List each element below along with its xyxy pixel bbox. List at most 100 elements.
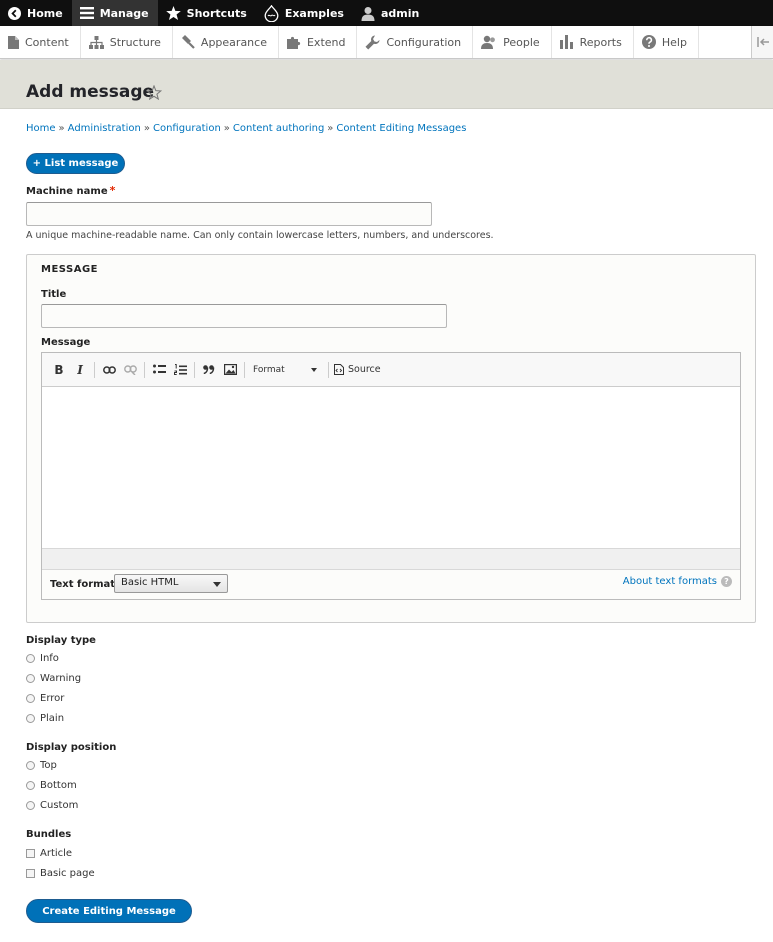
unlink-button[interactable] (121, 360, 139, 380)
checkbox-label: Article (40, 848, 73, 859)
toolbar-separator (94, 361, 95, 378)
puzzle-icon (286, 36, 301, 49)
breadcrumb: Home» Administration» Configuration» Conten… (26, 123, 466, 134)
radio-option[interactable]: Bottom (26, 780, 77, 791)
tray-item-structure[interactable]: Structure (81, 26, 173, 58)
breadcrumb-separator: » (327, 123, 334, 134)
radio-label: Plain (40, 713, 65, 724)
radio-option[interactable]: Plain (26, 713, 64, 724)
checkbox-label: Basic page (40, 868, 95, 879)
format-dropdown[interactable]: Format (250, 365, 320, 375)
editor-toolbar: B I Format Source (42, 353, 740, 387)
radio-option[interactable]: Info (26, 653, 59, 664)
link-button[interactable] (100, 360, 118, 380)
page-title: Add message (26, 82, 155, 102)
list-message-button[interactable]: + List message (26, 153, 125, 174)
breadcrumb-separator: » (223, 123, 230, 134)
radio-option[interactable]: Top (26, 760, 57, 771)
tray-item-appearance[interactable]: Appearance (173, 26, 279, 58)
toolbar-separator (144, 361, 145, 378)
radio-button[interactable] (26, 694, 35, 703)
tray-item-label: Configuration (386, 35, 462, 49)
tray-item-reports[interactable]: Reports (552, 26, 634, 58)
numbered-list-button[interactable] (171, 360, 189, 380)
source-button[interactable]: Source (334, 364, 381, 375)
machine-name-input[interactable] (26, 202, 432, 226)
breadcrumb-link[interactable]: Home (26, 123, 56, 134)
toolbar-separator (244, 361, 245, 378)
checkbox-option[interactable]: Article (26, 848, 72, 859)
radio-button[interactable] (26, 801, 35, 810)
text-format-select[interactable]: Basic HTML (114, 574, 228, 593)
text-format-label: Text format (50, 579, 116, 590)
breadcrumb-link[interactable]: Content authoring (233, 123, 324, 134)
title-input[interactable] (41, 304, 447, 328)
paintbrush-icon (181, 35, 195, 49)
toolbar-shortcuts[interactable]: Shortcuts (158, 0, 256, 26)
tray-item-content[interactable]: Content (0, 26, 81, 58)
tray-item-label: Structure (109, 35, 161, 49)
italic-button[interactable]: I (71, 360, 89, 380)
back-arrow-icon (8, 6, 21, 20)
star-filled-icon (165, 6, 181, 20)
breadcrumb-link[interactable]: Configuration (153, 123, 221, 134)
toolbar-user[interactable]: admin (353, 0, 428, 26)
tray-item-help[interactable]: Help (634, 26, 699, 58)
tray-item-extend[interactable]: Extend (279, 26, 358, 58)
machine-name-label-text: Machine name (26, 186, 108, 197)
tray-item-label: Appearance (200, 35, 267, 49)
checkbox[interactable] (26, 849, 35, 858)
source-icon (334, 364, 344, 375)
toolbar-manage[interactable]: Manage (71, 0, 158, 26)
radio-label: Info (40, 653, 59, 664)
caret-down-icon (311, 367, 317, 372)
toolbar-examples[interactable]: Examples (256, 0, 353, 26)
blockquote-button[interactable] (200, 360, 218, 380)
tray-item-people[interactable]: People (473, 26, 552, 58)
shortcut-star-icon[interactable] (146, 85, 162, 100)
breadcrumb-link[interactable]: Content Editing Messages (336, 123, 466, 134)
toolbar-home[interactable]: Home (0, 0, 72, 26)
tray-orientation-toggle[interactable] (751, 26, 773, 58)
radio-button[interactable] (26, 674, 35, 683)
bulleted-list-icon (152, 364, 166, 374)
about-text-formats-link[interactable]: About text formats ? (623, 576, 732, 587)
tray-item-label: Help (661, 35, 687, 49)
radio-option[interactable]: Warning (26, 673, 81, 684)
machine-name-description: A unique machine-readable name. Can only… (26, 230, 494, 241)
editor-content-area[interactable] (42, 387, 740, 548)
text-format-row: Text format Basic HTML About text format… (42, 570, 740, 599)
help-icon (641, 35, 656, 49)
format-dropdown-label: Format (253, 364, 285, 375)
required-marker: * (109, 184, 116, 197)
breadcrumb-separator: » (58, 123, 65, 134)
radio-button[interactable] (26, 714, 35, 723)
image-button[interactable] (221, 360, 239, 380)
people-icon (481, 35, 495, 49)
radio-option[interactable]: Custom (26, 800, 78, 811)
breadcrumb-separator: » (143, 123, 150, 134)
radio-button[interactable] (26, 761, 35, 770)
machine-name-label: Machine name * (26, 184, 116, 199)
text-format-value: Basic HTML (121, 577, 179, 588)
radio-button[interactable] (26, 781, 35, 790)
user-icon (361, 6, 375, 21)
checkbox[interactable] (26, 869, 35, 878)
radio-button[interactable] (26, 654, 35, 663)
bold-button[interactable]: B (50, 360, 68, 380)
numbered-list-icon (173, 363, 187, 375)
toolbar-examples-label: Examples (284, 6, 344, 20)
radio-option[interactable]: Error (26, 693, 64, 704)
radio-label: Error (40, 693, 65, 704)
toolbar-shortcuts-label: Shortcuts (186, 6, 247, 20)
create-editing-message-button[interactable]: Create Editing Message (26, 899, 192, 923)
bulleted-list-button[interactable] (150, 360, 168, 380)
toolbar-home-label: Home (27, 6, 63, 20)
help-circle-icon: ? (721, 576, 732, 587)
radio-label: Custom (40, 800, 79, 811)
tray-item-configuration[interactable]: Configuration (357, 26, 474, 58)
tray-item-label: Content (25, 35, 69, 49)
checkbox-option[interactable]: Basic page (26, 868, 95, 879)
breadcrumb-link[interactable]: Administration (68, 123, 141, 134)
tray-item-label: Extend (306, 35, 346, 49)
